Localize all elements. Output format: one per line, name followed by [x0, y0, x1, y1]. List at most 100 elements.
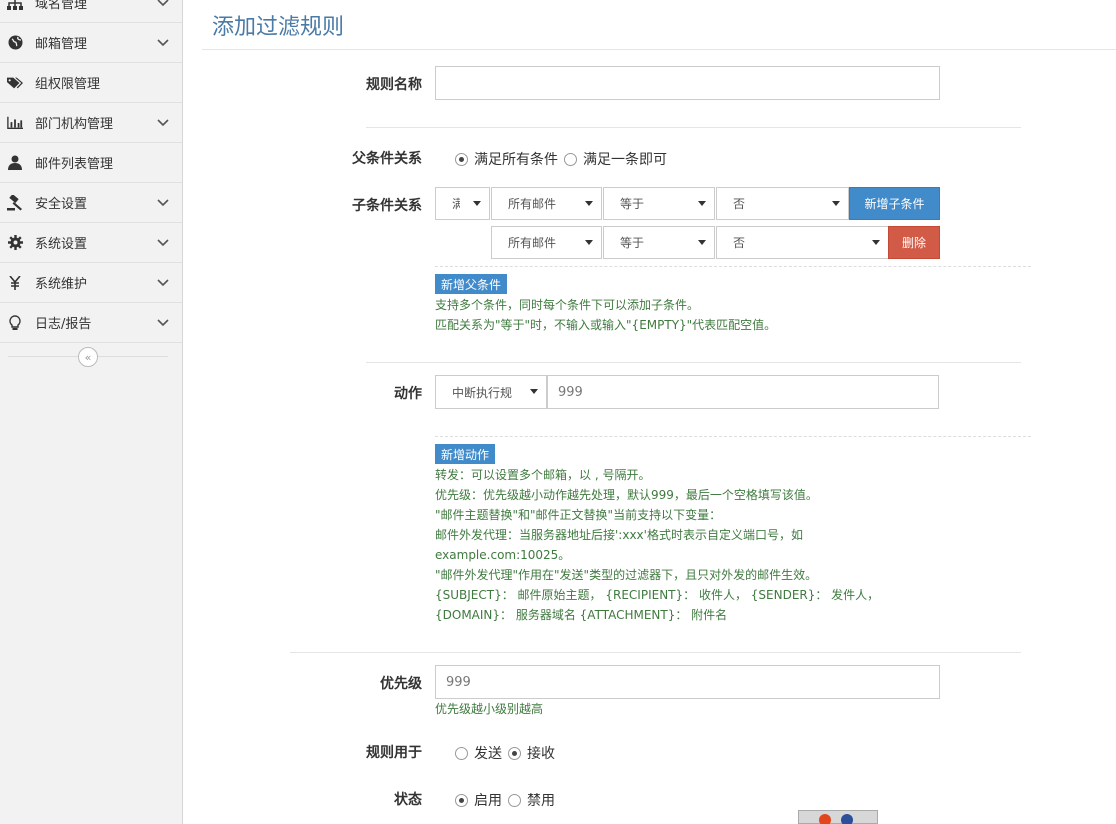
chevron-down-icon — [156, 318, 170, 327]
sitemap-icon — [7, 0, 23, 11]
radio-send[interactable] — [455, 746, 468, 760]
select-value: 所有邮件 — [508, 197, 557, 211]
radio-label: 接收 — [527, 746, 555, 762]
divider — [366, 362, 1021, 363]
sidebar-item-system-settings[interactable]: 系统设置 — [0, 223, 182, 263]
double-chevron-left-icon: « — [84, 350, 92, 364]
add-sub-condition-button[interactable]: 新增子条件 — [849, 187, 940, 220]
tray-help-icon[interactable] — [841, 814, 853, 824]
sidebar-item-label: 系统设置 — [35, 237, 88, 252]
status-radio-group: 启用 禁用 — [455, 790, 561, 810]
radio-enabled[interactable] — [455, 793, 468, 807]
tags-icon — [7, 75, 23, 91]
condition-logic-select[interactable]: 满 — [435, 187, 490, 220]
help-line: example.com:10025。 — [435, 548, 571, 562]
divider — [435, 266, 1031, 267]
sidebar-item-label: 部门机构管理 — [35, 117, 114, 132]
radio-disabled[interactable] — [508, 793, 521, 807]
chevron-down-icon — [156, 198, 170, 207]
action-label: 动作 — [394, 386, 422, 402]
caret-down-icon — [698, 201, 706, 206]
parent-relation-label: 父条件关系 — [352, 151, 422, 167]
sidebar-item-group-permissions[interactable]: 组权限管理 — [0, 63, 182, 103]
sidebar-collapse-row: « — [0, 344, 182, 370]
lightbulb-icon — [7, 314, 23, 331]
help-line: 转发：可以设置多个邮箱，以 , 号隔开。 — [435, 468, 651, 482]
chevron-down-icon — [156, 0, 170, 7]
add-parent-condition-button[interactable]: 新增父条件 — [435, 274, 508, 294]
chevron-down-icon — [156, 238, 170, 247]
condition-value-select[interactable]: 否 — [716, 187, 849, 220]
sidebar-item-maintenance[interactable]: 系统维护 — [0, 263, 182, 303]
radio-label: 满足一条即可 — [583, 152, 667, 168]
select-value: 等于 — [620, 236, 645, 250]
child-relation-label: 子条件关系 — [352, 198, 422, 214]
apply-to-label: 规则用于 — [366, 745, 422, 761]
divider — [366, 127, 1021, 128]
sidebar-item-mail-lists[interactable]: 邮件列表管理 — [0, 143, 182, 183]
sidebar-item-security[interactable]: 安全设置 — [0, 183, 182, 223]
condition-field-select[interactable]: 所有邮件 — [491, 226, 602, 259]
user-icon — [7, 155, 23, 171]
help-line: "邮件主题替换"和"邮件正文替换"当前支持以下变量： — [435, 508, 722, 522]
condition-field-select[interactable]: 所有邮件 — [491, 187, 602, 220]
sidebar-item-label: 邮箱管理 — [35, 37, 88, 52]
radio-label: 禁用 — [527, 793, 555, 809]
sidebar-item-label: 邮件列表管理 — [35, 157, 114, 172]
yen-icon — [7, 275, 23, 291]
sidebar-item-label: 组权限管理 — [35, 77, 101, 92]
action-select[interactable]: 中断执行规 — [435, 375, 547, 409]
action-priority-input[interactable]: 999 — [547, 375, 939, 409]
priority-input[interactable]: 999 — [435, 665, 940, 699]
chevron-down-icon — [156, 118, 170, 127]
caret-down-icon — [585, 240, 593, 245]
caret-down-icon — [872, 240, 880, 245]
sidebar-item-mailbox[interactable]: 邮箱管理 — [0, 23, 182, 63]
caret-down-icon — [473, 201, 481, 206]
rule-name-label: 规则名称 — [366, 77, 422, 93]
chevron-down-icon — [156, 38, 170, 47]
help-line: 优先级：优先级越小动作越先处理，默认999，最后一个空格填写该值。 — [435, 488, 818, 502]
system-tray — [798, 810, 878, 824]
bar-chart-icon — [7, 115, 23, 131]
condition-operator-select[interactable]: 等于 — [603, 226, 715, 259]
radio-label: 发送 — [474, 746, 502, 762]
sidebar-item-logs[interactable]: 日志/报告 — [0, 303, 182, 343]
select-value: 所有邮件 — [508, 236, 557, 250]
divider — [202, 49, 1116, 50]
gavel-icon — [7, 194, 23, 211]
select-value: 否 — [733, 197, 746, 211]
sidebar-collapse-button[interactable]: « — [78, 347, 98, 367]
divider — [435, 436, 1031, 437]
help-line: {SUBJECT}： 邮件原始主题， {RECIPIENT}： 收件人， {SE… — [435, 588, 880, 602]
page-title: 添加过滤规则 — [212, 15, 345, 40]
condition-operator-select[interactable]: 等于 — [603, 187, 715, 220]
main-content: 添加过滤规则 规则名称 父条件关系 满足所有条件 满足一条即可 子条件关系 满 … — [184, 0, 1116, 824]
sidebar-item-departments[interactable]: 部门机构管理 — [0, 103, 182, 143]
add-action-button[interactable]: 新增动作 — [435, 444, 496, 464]
help-line: 匹配关系为"等于"时，不输入或输入"{EMPTY}"代表匹配空值。 — [435, 318, 777, 332]
caret-down-icon — [832, 201, 840, 206]
radio-receive[interactable] — [508, 746, 521, 760]
status-label: 状态 — [394, 792, 422, 808]
condition-value-select[interactable]: 否 — [716, 226, 889, 259]
sidebar-item-domain[interactable]: 域名管理 — [0, 0, 182, 23]
divider — [290, 652, 1021, 653]
help-line: "邮件外发代理"作用在"发送"类型的过滤器下，且只对外发的邮件生效。 — [435, 568, 818, 582]
select-value: 否 — [733, 236, 746, 250]
select-value: 中断执行规 — [452, 385, 513, 400]
radio-any-condition[interactable] — [564, 152, 577, 166]
delete-condition-button[interactable]: 删除 — [888, 226, 940, 259]
radio-label: 满足所有条件 — [474, 152, 558, 168]
condition-help-text: 支持多个条件，同时每个条件下可以添加子条件。 匹配关系为"等于"时，不输入或输入… — [435, 295, 776, 335]
chevron-down-icon — [156, 278, 170, 287]
sidebar: 域名管理 邮箱管理 组权限管理 部门机构管理 邮件列表管理 安全设置 系统设置 … — [0, 0, 183, 824]
caret-down-icon — [698, 240, 706, 245]
sidebar-item-label: 安全设置 — [35, 197, 88, 212]
rule-name-input[interactable] — [435, 66, 940, 100]
globe-icon — [7, 35, 23, 51]
sidebar-item-label: 系统维护 — [35, 277, 88, 292]
tray-app-icon[interactable] — [819, 814, 831, 824]
radio-all-conditions[interactable] — [455, 152, 468, 166]
radio-label: 启用 — [474, 793, 502, 809]
